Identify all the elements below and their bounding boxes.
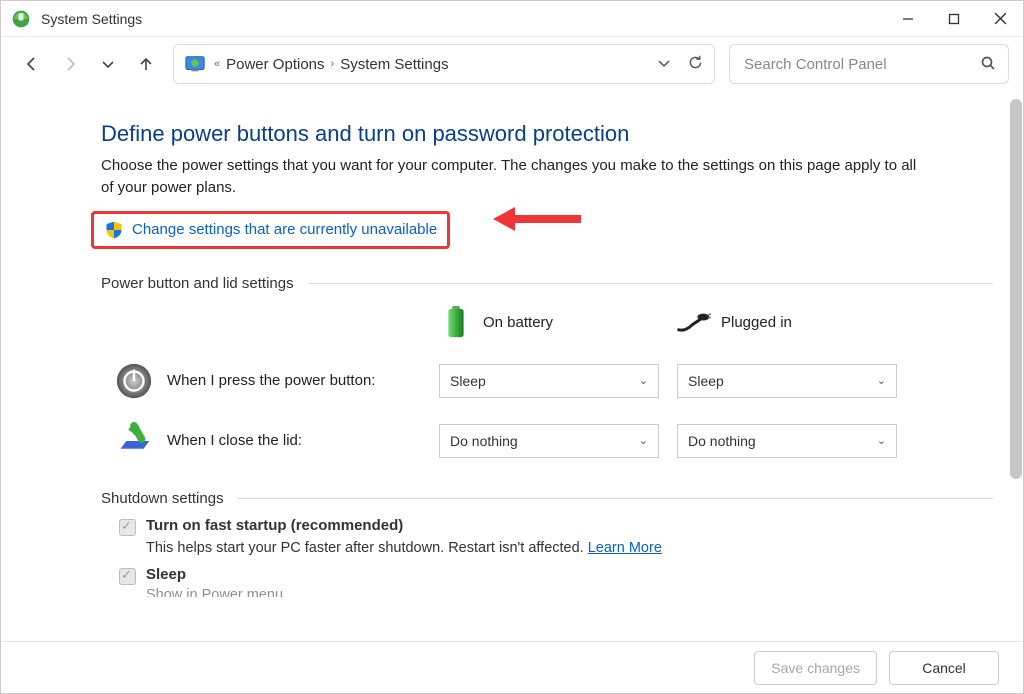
search-input[interactable]: [742, 55, 974, 74]
maximize-button[interactable]: [931, 1, 977, 37]
annotation-highlight-box: Change settings that are currently unava…: [91, 211, 450, 249]
uac-shield-icon: [104, 220, 124, 240]
fast-startup-description: This helps start your PC faster after sh…: [146, 540, 993, 556]
back-button[interactable]: [15, 47, 49, 81]
power-button-icon: [115, 362, 153, 400]
minimize-button[interactable]: [885, 1, 931, 37]
chevron-down-icon: ⌄: [877, 374, 886, 387]
titlebar: System Settings: [1, 1, 1023, 37]
chevron-down-icon: ⌄: [877, 434, 886, 447]
search-box[interactable]: [729, 44, 1009, 84]
close-lid-plugged-dropdown[interactable]: Do nothing ⌄: [677, 424, 897, 458]
column-header-plugged-label: Plugged in: [721, 314, 792, 331]
search-icon[interactable]: [980, 55, 996, 74]
power-button-battery-dropdown[interactable]: Sleep ⌄: [439, 364, 659, 398]
row-close-lid-label: When I close the lid:: [167, 432, 302, 449]
column-header-battery: On battery: [439, 306, 659, 340]
change-settings-link[interactable]: Change settings that are currently unava…: [132, 221, 437, 238]
address-dropdown-button[interactable]: [657, 56, 671, 73]
chevron-down-icon: ⌄: [639, 374, 648, 387]
laptop-lid-icon: [115, 422, 153, 460]
fast-startup-checkbox[interactable]: [119, 519, 136, 536]
section-heading-shutdown-label: Shutdown settings: [101, 490, 224, 507]
battery-icon: [439, 306, 473, 340]
window-title: System Settings: [41, 11, 142, 27]
page-description: Choose the power settings that you want …: [101, 155, 921, 199]
forward-button[interactable]: [53, 47, 87, 81]
close-button[interactable]: [977, 1, 1023, 37]
content-area: Define power buttons and turn on passwor…: [1, 91, 1023, 641]
refresh-button[interactable]: [687, 54, 704, 74]
section-heading-power-lid: Power button and lid settings: [101, 275, 993, 292]
address-bar[interactable]: « Power Options › System Settings: [173, 44, 715, 84]
save-button[interactable]: Save changes: [754, 651, 877, 685]
page-title: Define power buttons and turn on passwor…: [101, 121, 993, 147]
plug-icon: [677, 306, 711, 340]
close-lid-plugged-value: Do nothing: [688, 433, 756, 449]
learn-more-link[interactable]: Learn More: [588, 540, 662, 556]
fast-startup-row: Turn on fast startup (recommended): [101, 517, 993, 536]
row-close-lid: When I close the lid:: [101, 422, 421, 460]
sleep-description-cut: Show in Power menu: [146, 587, 993, 597]
breadcrumb-chevrons-icon[interactable]: «: [214, 58, 220, 70]
section-heading-shutdown: Shutdown settings: [101, 490, 993, 507]
breadcrumb: « Power Options › System Settings: [214, 56, 449, 73]
window-buttons: [885, 1, 1023, 37]
power-button-plugged-dropdown[interactable]: Sleep ⌄: [677, 364, 897, 398]
chevron-down-icon: ⌄: [639, 434, 648, 447]
sleep-row: Sleep: [101, 566, 993, 585]
power-button-battery-value: Sleep: [450, 373, 486, 389]
scrollbar-thumb[interactable]: [1010, 99, 1022, 479]
column-header-plugged: Plugged in: [677, 306, 897, 340]
control-panel-icon: [184, 53, 206, 75]
chevron-right-icon: ›: [331, 58, 335, 70]
fast-startup-label: Turn on fast startup (recommended): [146, 517, 403, 534]
close-lid-battery-value: Do nothing: [450, 433, 518, 449]
footer: Save changes Cancel: [1, 641, 1023, 693]
breadcrumb-item-power-options[interactable]: Power Options: [226, 56, 324, 73]
power-settings-grid: On battery Plugged in: [101, 306, 993, 460]
breadcrumb-item-system-settings[interactable]: System Settings: [340, 56, 448, 73]
power-button-plugged-value: Sleep: [688, 373, 724, 389]
sleep-checkbox[interactable]: [119, 568, 136, 585]
up-button[interactable]: [129, 47, 163, 81]
app-icon: [11, 9, 31, 29]
row-power-button-label: When I press the power button:: [167, 372, 375, 389]
window-root: System Settings « Power Options › System…: [0, 0, 1024, 694]
fast-startup-desc-text: This helps start your PC faster after sh…: [146, 540, 588, 556]
section-heading-power-lid-label: Power button and lid settings: [101, 275, 294, 292]
close-lid-battery-dropdown[interactable]: Do nothing ⌄: [439, 424, 659, 458]
column-header-battery-label: On battery: [483, 314, 553, 331]
navbar: « Power Options › System Settings: [1, 37, 1023, 91]
annotation-arrow-icon: [493, 205, 583, 233]
row-power-button: When I press the power button:: [101, 362, 421, 400]
history-dropdown-button[interactable]: [91, 47, 125, 81]
sleep-label: Sleep: [146, 566, 186, 583]
cancel-button[interactable]: Cancel: [889, 651, 999, 685]
